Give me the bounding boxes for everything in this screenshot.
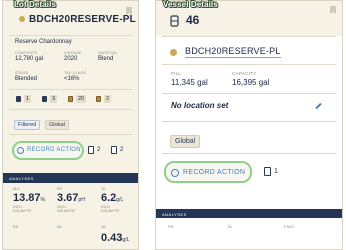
contents-value: 12,780 gal <box>15 56 44 62</box>
analyses-header: ANALYSES <box>3 173 138 183</box>
vintage-label: VINTAGE <box>64 51 82 55</box>
tag-global[interactable]: Global <box>45 120 69 130</box>
tag-filtered[interactable]: Filtered <box>14 120 41 130</box>
metric-value-alc[interactable]: 13.87% <box>13 192 45 204</box>
divider <box>9 89 132 90</box>
vessel-number: 46 <box>186 13 200 27</box>
barrel-count: 1 <box>24 95 32 103</box>
document-icon[interactable] <box>111 146 117 154</box>
document-count: 2 <box>120 147 124 153</box>
analysis-label-fso2: FSO2 <box>284 224 295 229</box>
metric-label-ml: ML <box>57 225 62 229</box>
record-action-label: RECORD ACTION <box>27 147 81 153</box>
case-count: 2 <box>104 95 112 103</box>
case-icon <box>96 96 101 102</box>
lot-name[interactable]: BDCH20RESERVE-PL <box>29 14 136 25</box>
analyses-header: ANALYSES <box>156 209 342 218</box>
divider <box>9 35 132 36</box>
stage-label: STAGE <box>15 71 29 75</box>
tank-count: 3 <box>50 95 58 103</box>
analyses-body: PH TA FSO2 <box>156 218 342 249</box>
pencil-icon[interactable] <box>315 102 322 110</box>
divider <box>162 64 336 65</box>
bin-count: 20 <box>76 95 87 103</box>
document-count: 2 <box>97 147 101 153</box>
capacity-value: 16,395 gal <box>232 78 270 87</box>
record-action-label: RECORD ACTION <box>183 169 246 176</box>
varietal-label: VARIETAL <box>98 51 118 55</box>
document-count: 1 <box>274 168 278 175</box>
analyses-body: ALC 13.87% 2/1/21 6:00 AM PST PH 3.67pH … <box>3 183 138 249</box>
document-icon[interactable] <box>264 167 271 176</box>
divider <box>162 93 336 94</box>
lot-status-dot <box>170 49 177 56</box>
fill-value: 11,345 gal <box>171 78 208 87</box>
lot-details-panel: BDCH20RESERVE-PL Reserve Chardonnay CONT… <box>2 0 139 250</box>
metric-label-ph: PH <box>57 187 62 191</box>
metric-time-ta: 6:00 AM PST <box>101 209 120 213</box>
tax-class-value: <16% <box>64 76 80 82</box>
analyses-title: ANALYSES <box>9 176 34 181</box>
stage-value: Blended <box>15 76 38 82</box>
capacity-label: CAPACITY <box>232 71 257 76</box>
divider <box>162 153 336 154</box>
metric-value-ta[interactable]: 6.2g/L <box>101 192 123 204</box>
analysis-label-ta: TA <box>227 224 232 229</box>
analysis-label-ph: PH <box>168 224 174 229</box>
metric-time-ph: 6:00 AM PST <box>57 209 76 213</box>
metric-value-va[interactable]: 0.43g/L <box>101 232 129 244</box>
check-circle-icon <box>17 147 24 154</box>
fill-label: FILL <box>171 71 182 76</box>
tax-class-label: TAX CLASS <box>64 71 87 75</box>
document-icon[interactable] <box>88 146 94 154</box>
metric-label-va: VA <box>101 225 106 229</box>
tank-icon <box>42 96 47 102</box>
analyses-title: ANALYSES <box>162 211 187 217</box>
divider <box>9 134 132 135</box>
metric-label-rs: RS <box>13 225 18 229</box>
vessel-details-annotation: Vessel Details <box>163 0 218 9</box>
divider <box>162 121 336 122</box>
vintage-value: 2020 <box>64 56 78 62</box>
metric-time-alc: 6:00 AM PST <box>13 209 32 213</box>
tag-global[interactable]: Global <box>170 135 201 148</box>
bookmark-icon[interactable] <box>330 6 336 14</box>
check-circle-icon <box>171 169 179 177</box>
contents-label: CONTENTS <box>15 51 38 55</box>
location-text: No location set <box>171 101 229 110</box>
bin-icon <box>68 96 73 102</box>
divider <box>9 109 132 110</box>
lot-details-annotation: Lot Details <box>14 0 56 9</box>
divider <box>162 36 336 37</box>
tank-icon <box>170 15 179 27</box>
metric-value-ph[interactable]: 3.67pH <box>57 192 85 204</box>
vessel-lot-link[interactable]: BDCH20RESERVE-PL <box>185 46 281 58</box>
lot-description: Reserve Chardonnay <box>15 39 72 45</box>
metric-label-alc: ALC <box>13 187 20 191</box>
varietal-value: Blend <box>98 56 114 62</box>
lot-status-dot <box>19 16 25 22</box>
barrel-icon <box>16 96 21 102</box>
metric-label-ta: TA <box>101 187 106 191</box>
record-action-button[interactable]: RECORD ACTION <box>164 161 252 183</box>
record-action-button[interactable]: RECORD ACTION <box>12 141 84 160</box>
vessel-details-panel: 46 BDCH20RESERVE-PL FILL 11,345 gal CAPA… <box>155 0 343 250</box>
